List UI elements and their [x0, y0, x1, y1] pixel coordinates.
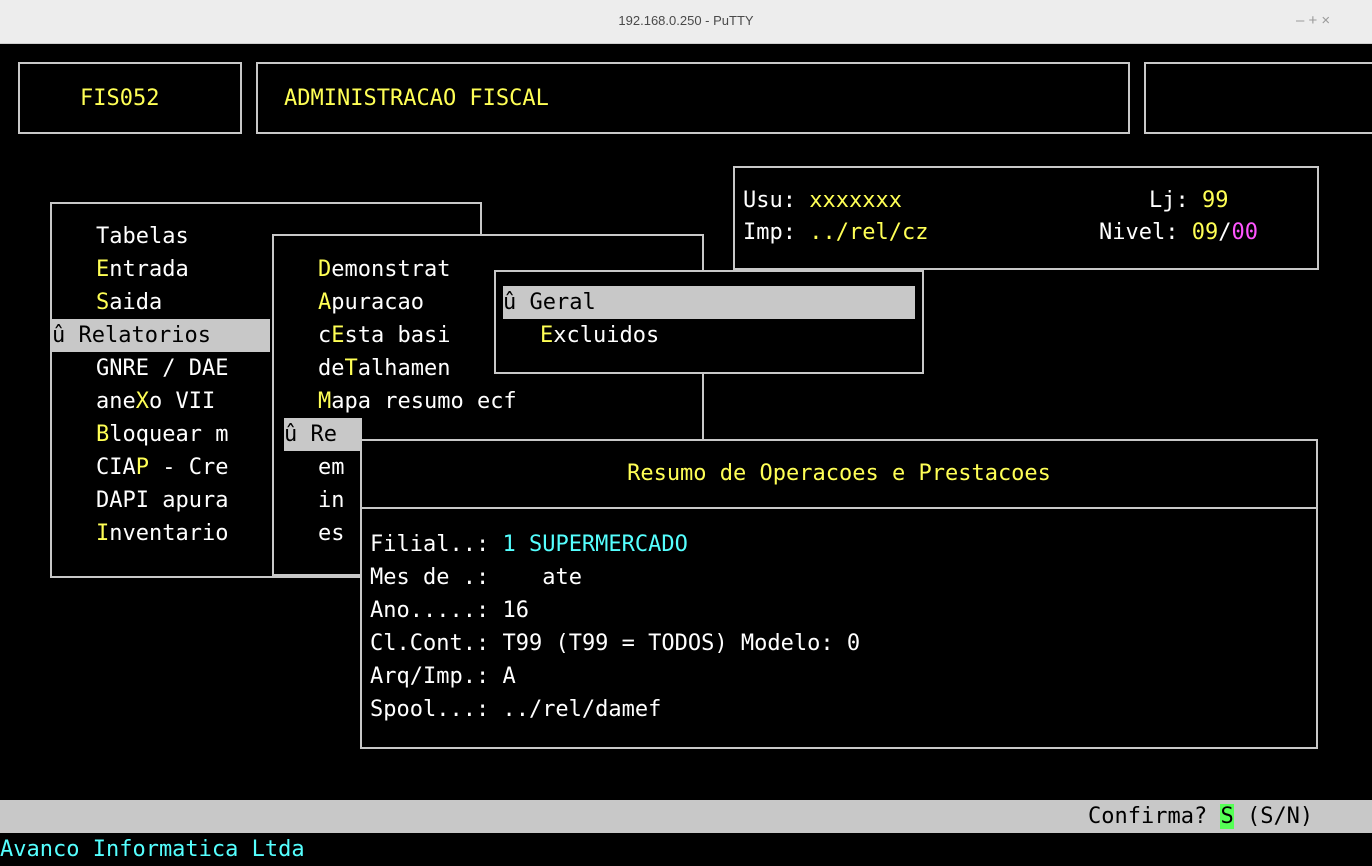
- ano-value: 16: [502, 598, 529, 623]
- level-accent: 00: [1231, 220, 1258, 245]
- field-arq-imp[interactable]: Arq/Imp.: A: [370, 660, 516, 693]
- field-spool[interactable]: Spool...: ../rel/damef: [370, 693, 661, 726]
- program-code-box: FIS052: [18, 62, 242, 134]
- arq-value: A: [502, 664, 516, 689]
- user-line: Usu: xxxxxxx: [743, 188, 902, 213]
- field-clcont[interactable]: Cl.Cont.: T99 (T99 = TODOS) Modelo: 0: [370, 627, 860, 660]
- field-filial[interactable]: Filial..: 1 SUPERMERCADO: [370, 528, 688, 561]
- sub-menu-item-in[interactable]: in: [318, 484, 345, 517]
- sub-menu-item-detalhamento[interactable]: deTalhamen: [318, 352, 450, 385]
- window-title: 192.168.0.250 - PuTTY: [618, 13, 754, 28]
- printer-line: Imp: ../rel/cz: [743, 220, 929, 245]
- terminal-screen[interactable]: FIS052 ADMINISTRACAO FISCAL Usu: xxxxxxx…: [0, 44, 1372, 864]
- main-menu-item-gnre[interactable]: GNRE / DAE: [96, 352, 228, 385]
- program-title: ADMINISTRACAO FISCAL: [284, 86, 549, 111]
- store-value: 99: [1201, 188, 1229, 213]
- main-menu-item-ciap[interactable]: CIAP - Cre: [96, 451, 228, 484]
- main-menu-item-inventario[interactable]: Inventario: [96, 517, 228, 550]
- form-title: Resumo de Operacoes e Prestacoes: [627, 461, 1051, 486]
- sub-menu-item-em[interactable]: em: [318, 451, 345, 484]
- window-controls[interactable]: – + ×: [1296, 12, 1330, 29]
- sub-menu-item-resumo[interactable]: û Re: [284, 418, 362, 451]
- clcont-value: T99: [502, 631, 543, 656]
- sub-menu-item-cesta-basica[interactable]: cEsta basi: [318, 319, 450, 352]
- main-menu-item-tabelas[interactable]: Tabelas: [96, 220, 189, 253]
- popup-item-excluidos[interactable]: Excluidos: [540, 319, 659, 352]
- company-footer: Avanco Informatica Ltda: [0, 837, 305, 862]
- main-menu-item-anexo[interactable]: aneXo VII: [96, 385, 215, 418]
- form-divider: [362, 507, 1316, 509]
- program-code: FIS052: [80, 86, 160, 111]
- main-menu-item-saida[interactable]: Saida: [96, 286, 162, 319]
- printer-value: ../rel/cz: [809, 220, 929, 245]
- field-ano[interactable]: Ano.....: 16: [370, 594, 529, 627]
- user-value: xxxxxxx: [809, 188, 902, 213]
- sub-menu-item-apuracao[interactable]: Apuracao: [318, 286, 424, 319]
- filial-name: SUPERMERCADO: [528, 532, 688, 557]
- header-right-box: [1144, 62, 1372, 134]
- sub-menu-item-es[interactable]: es: [318, 517, 345, 550]
- main-menu-item-entrada[interactable]: Entrada: [96, 253, 189, 286]
- main-menu-item-dapi[interactable]: DAPI apura: [96, 484, 228, 517]
- sub-menu-item-mapa-resumo[interactable]: Mapa resumo ecf: [318, 385, 517, 418]
- sub-menu-item-demonstrat[interactable]: Demonstrat: [318, 253, 450, 286]
- store-line: Lj: 99: [1149, 188, 1229, 213]
- main-menu-item-bloquear[interactable]: Bloquear m: [96, 418, 228, 451]
- confirm-answer: S: [1220, 804, 1234, 829]
- user-panel: Usu: xxxxxxx Lj: 99 Imp: ../rel/cz Nivel…: [733, 166, 1319, 270]
- window-titlebar: 192.168.0.250 - PuTTY – + ×: [0, 0, 1372, 44]
- status-bar: Confirma? S (S/N): [0, 800, 1372, 833]
- confirm-prompt[interactable]: Confirma? S (S/N): [1088, 800, 1313, 833]
- field-mes[interactable]: Mes de .: ate: [370, 561, 582, 594]
- main-menu-item-relatorios[interactable]: û Relatorios: [52, 319, 270, 352]
- level-line: Nivel: 09/00: [1099, 220, 1258, 245]
- program-title-box: ADMINISTRACAO FISCAL: [256, 62, 1130, 134]
- modelo-value: 0: [846, 631, 861, 656]
- popup-item-geral[interactable]: û Geral: [503, 286, 915, 319]
- spool-value: ../rel/damef: [502, 697, 662, 722]
